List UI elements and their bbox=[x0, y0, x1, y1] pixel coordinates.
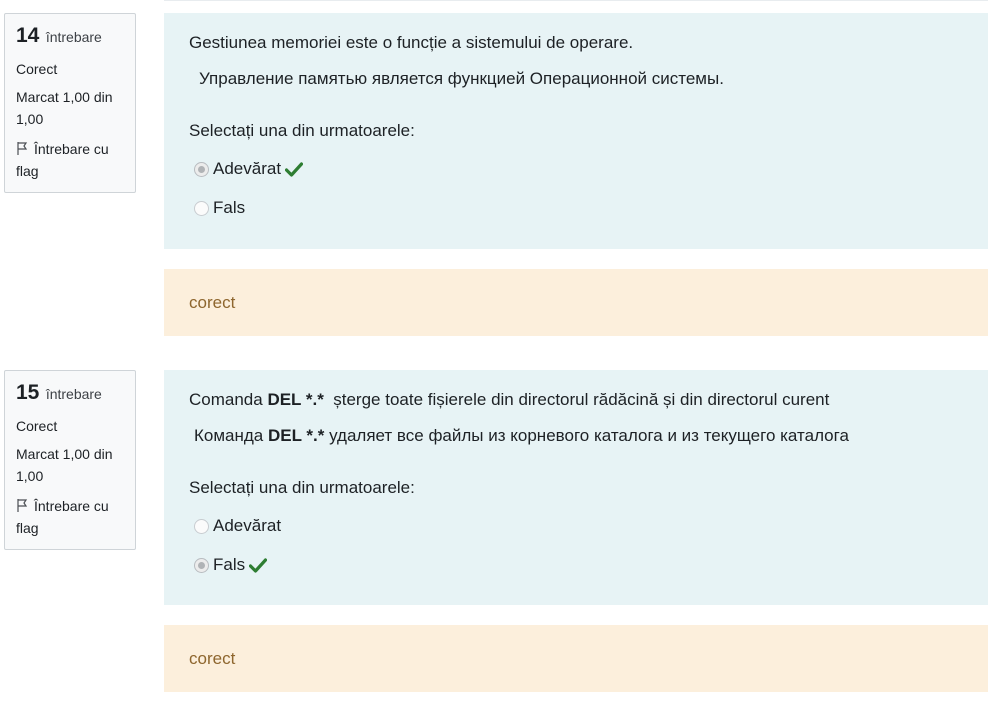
question-info-14: 14 întrebare Corect Marcat 1,00 din 1,00… bbox=[4, 13, 136, 193]
answer-prompt: Selectați una din urmatoarele: bbox=[189, 478, 415, 497]
radio-true[interactable] bbox=[194, 161, 209, 177]
option-label: Adevărat bbox=[213, 159, 282, 178]
question-state: Corect bbox=[16, 418, 58, 434]
radio-false[interactable] bbox=[194, 557, 209, 573]
question-text-ro: Gestiunea memoriei este o funcție a sist… bbox=[189, 33, 634, 52]
question-text-ru: Управление памятью является функцией Опе… bbox=[199, 69, 724, 88]
option-label: Fals bbox=[213, 198, 246, 217]
question-grade: Marcat 1,00 din 1,00 bbox=[16, 89, 113, 127]
question-text-suffix: șterge toate fișierele din directorul ră… bbox=[323, 390, 830, 409]
radio-false[interactable] bbox=[194, 200, 209, 216]
question-number: 14 bbox=[16, 24, 40, 47]
flag-icon bbox=[17, 142, 28, 155]
check-icon bbox=[249, 557, 268, 573]
question-number-line: 15 întrebare bbox=[16, 381, 125, 405]
question-state: Corect bbox=[16, 61, 58, 77]
feedback-text: corect bbox=[189, 292, 236, 312]
command-text: DEL *.* bbox=[267, 390, 324, 409]
question-text-ru: Команда DEL *.* удаляет все файлы из кор… bbox=[194, 424, 963, 448]
question-content-14: Gestiunea memoriei este o funcție a sist… bbox=[164, 13, 988, 249]
check-icon bbox=[285, 161, 304, 177]
question-text-prefix: Команда bbox=[194, 426, 268, 445]
answer-options: Adevărat Fals bbox=[189, 512, 963, 579]
question-number-line: 14 întrebare bbox=[16, 24, 125, 48]
radio-true[interactable] bbox=[194, 518, 209, 534]
feedback-15: corect bbox=[164, 625, 988, 692]
feedback-14: corect bbox=[164, 269, 988, 336]
answer-option-true[interactable]: Adevărat bbox=[189, 155, 963, 183]
answer-option-false[interactable]: Fals bbox=[189, 194, 963, 222]
flag-question-link[interactable]: Întrebare cu flag bbox=[16, 138, 125, 182]
question-info-15: 15 întrebare Corect Marcat 1,00 din 1,00… bbox=[4, 370, 136, 550]
answer-option-true[interactable]: Adevărat bbox=[189, 512, 963, 540]
flag-icon bbox=[17, 499, 28, 512]
divider bbox=[164, 0, 988, 1]
option-label: Adevărat bbox=[213, 516, 282, 535]
command-text: DEL *.* bbox=[268, 426, 325, 445]
question-word: întrebare bbox=[45, 386, 102, 402]
option-label: Fals bbox=[213, 555, 246, 574]
question-content-15: Comanda DEL *.* șterge toate fișierele d… bbox=[164, 370, 988, 605]
answer-option-false[interactable]: Fals bbox=[189, 551, 963, 579]
question-word: întrebare bbox=[45, 29, 102, 45]
question-number: 15 bbox=[16, 381, 40, 404]
question-text-suffix: удаляет все файлы из корневого каталога … bbox=[324, 426, 849, 445]
flag-question-link[interactable]: Întrebare cu flag bbox=[16, 495, 125, 539]
question-grade: Marcat 1,00 din 1,00 bbox=[16, 446, 113, 484]
feedback-text: corect bbox=[189, 648, 236, 668]
answer-prompt: Selectați una din urmatoarele: bbox=[189, 121, 415, 140]
question-text-ro: Comanda DEL *.* șterge toate fișierele d… bbox=[189, 388, 963, 412]
answer-options: Adevărat Fals bbox=[189, 155, 963, 222]
question-text-prefix: Comanda bbox=[189, 390, 268, 409]
